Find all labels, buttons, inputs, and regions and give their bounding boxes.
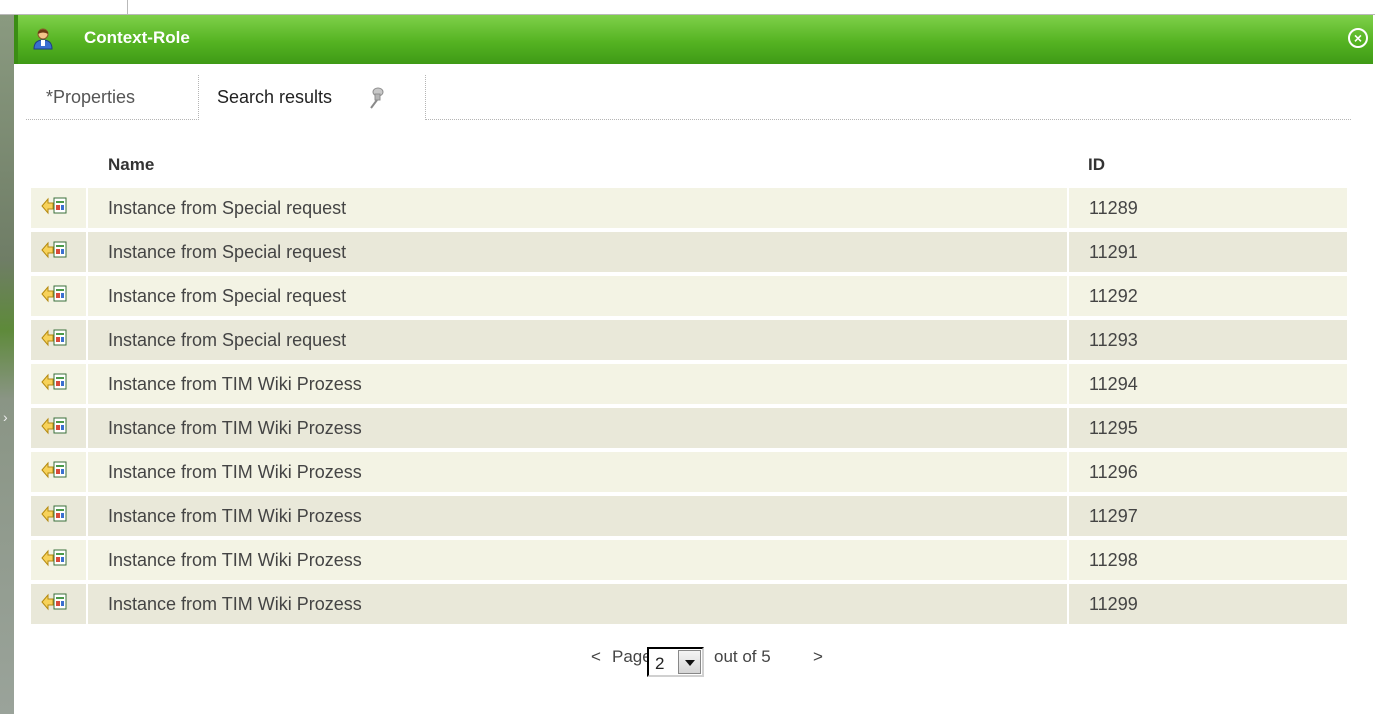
row-name: Instance from TIM Wiki Prozess [108,462,362,482]
instance-icon[interactable] [41,328,67,348]
context-role-window: Context-Role × *Properties Search result… [14,15,1375,714]
row-icon-cell [31,320,86,360]
row-id: 11293 [1089,330,1138,350]
instance-icon[interactable] [41,372,67,392]
row-name-cell[interactable]: Instance from TIM Wiki Prozess [88,584,1067,624]
row-name: Instance from Special request [108,286,347,306]
row-id: 11295 [1089,418,1138,438]
instance-icon[interactable] [41,240,67,260]
search-results-table: Name ID Instance from Special request 112… [31,145,1347,628]
row-id: 11298 [1089,550,1138,570]
row-icon-cell [31,232,86,272]
row-icon-cell [31,584,86,624]
row-name: Instance from TIM Wiki Prozess [108,550,362,570]
row-icon-cell [31,188,86,228]
row-name-cell[interactable]: Instance from TIM Wiki Prozess [88,408,1067,448]
table-row[interactable]: Instance from Special request 11292 [31,276,1347,316]
table-row[interactable]: Instance from Special request 11293 [31,320,1347,360]
chevron-down-icon[interactable] [678,650,701,674]
row-id-cell[interactable]: 11291 [1069,232,1347,272]
row-id-cell[interactable]: 11296 [1069,452,1347,492]
row-name: Instance from TIM Wiki Prozess [108,594,362,614]
table-header: Name ID [31,145,1347,188]
row-icon-cell [31,540,86,580]
row-icon-cell [31,452,86,492]
instance-icon[interactable] [41,284,67,304]
close-icon[interactable]: × [1348,28,1368,48]
row-name: Instance from Special request [108,242,347,262]
row-id: 11294 [1089,374,1138,394]
instance-icon[interactable] [41,548,67,568]
table-row[interactable]: Instance from Special request 11291 [31,232,1347,272]
row-id-cell[interactable]: 11294 [1069,364,1347,404]
divider [127,0,128,14]
table-body: Instance from Special request 11289 Instan… [31,188,1347,624]
window-title: Context-Role [84,28,190,47]
instance-icon[interactable] [41,460,67,480]
row-id-cell[interactable]: 11293 [1069,320,1347,360]
page-label: Page [612,647,652,666]
top-strip [0,0,1375,15]
instance-icon[interactable] [41,592,67,612]
page-select[interactable]: 2 [647,647,704,677]
row-name-cell[interactable]: Instance from Special request [88,320,1067,360]
row-name: Instance from Special request [108,330,347,350]
page-count-label: out of 5 [714,647,771,666]
row-icon-cell [31,496,86,536]
next-page-button[interactable]: > [813,647,823,667]
tab-bar: *Properties Search results [26,75,1351,120]
row-id: 11299 [1089,594,1138,614]
table-row[interactable]: Instance from TIM Wiki Prozess 11299 [31,584,1347,624]
row-name-cell[interactable]: Instance from Special request [88,232,1067,272]
row-id-cell[interactable]: 11295 [1069,408,1347,448]
row-id: 11297 [1089,506,1138,526]
instance-icon[interactable] [41,196,67,216]
row-id-cell[interactable]: 11298 [1069,540,1347,580]
pin-icon[interactable] [367,87,385,109]
column-header-name[interactable]: Name [108,155,154,175]
row-id: 11296 [1089,462,1138,482]
row-id: 11291 [1089,242,1138,262]
row-id: 11292 [1089,286,1138,306]
row-icon-cell [31,276,86,316]
row-id: 11289 [1089,198,1138,218]
row-name-cell[interactable]: Instance from Special request [88,188,1067,228]
row-icon-cell [31,408,86,448]
table-row[interactable]: Instance from Special request 11289 [31,188,1347,228]
table-row[interactable]: Instance from TIM Wiki Prozess 11298 [31,540,1347,580]
user-icon [33,28,53,50]
instance-icon[interactable] [41,504,67,524]
page-select-value: 2 [655,654,665,673]
window-titlebar[interactable]: Context-Role × [14,15,1373,64]
tab-properties[interactable]: *Properties [46,75,135,119]
tab-search-results[interactable]: Search results [198,75,426,120]
table-row[interactable]: Instance from TIM Wiki Prozess 11295 [31,408,1347,448]
row-name: Instance from TIM Wiki Prozess [108,506,362,526]
column-header-id[interactable]: ID [1088,155,1105,175]
table-row[interactable]: Instance from TIM Wiki Prozess 11296 [31,452,1347,492]
row-icon-cell [31,364,86,404]
collapse-handle[interactable] [0,407,10,431]
row-id-cell[interactable]: 11297 [1069,496,1347,536]
table-row[interactable]: Instance from TIM Wiki Prozess 11294 [31,364,1347,404]
tab-search-results-label: Search results [217,87,333,107]
row-id-cell[interactable]: 11292 [1069,276,1347,316]
row-id-cell[interactable]: 11289 [1069,188,1347,228]
row-name-cell[interactable]: Instance from TIM Wiki Prozess [88,452,1067,492]
row-name-cell[interactable]: Instance from TIM Wiki Prozess [88,540,1067,580]
row-name: Instance from Special request [108,198,347,218]
row-name: Instance from TIM Wiki Prozess [108,418,362,438]
row-name-cell[interactable]: Instance from Special request [88,276,1067,316]
left-background-panel [0,15,14,714]
row-name: Instance from TIM Wiki Prozess [108,374,362,394]
instance-icon[interactable] [41,416,67,436]
previous-page-button[interactable]: < [591,647,601,667]
table-row[interactable]: Instance from TIM Wiki Prozess 11297 [31,496,1347,536]
row-id-cell[interactable]: 11299 [1069,584,1347,624]
row-name-cell[interactable]: Instance from TIM Wiki Prozess [88,496,1067,536]
row-name-cell[interactable]: Instance from TIM Wiki Prozess [88,364,1067,404]
